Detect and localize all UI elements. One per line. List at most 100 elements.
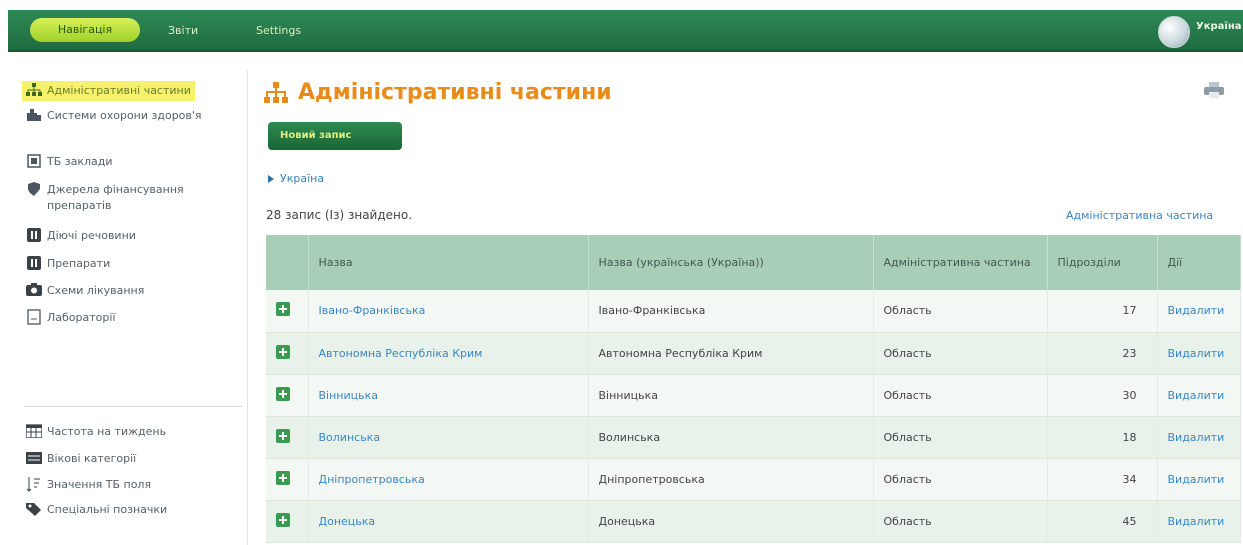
expander-cell xyxy=(266,374,309,417)
main-navbar: Навігація Звіти Settings Україна xyxy=(8,10,1243,52)
expand-plus-icon[interactable] xyxy=(276,428,290,443)
table-row: Дніпропетровська Дніпропетровська Област… xyxy=(266,458,1241,501)
record-link[interactable]: Волинська xyxy=(319,431,381,444)
actions-cell: Видалити xyxy=(1157,458,1241,501)
org-chart-icon xyxy=(26,83,42,97)
delete-link[interactable]: Видалити xyxy=(1168,515,1225,528)
expand-plus-icon[interactable] xyxy=(276,512,290,527)
sidebar-item-label: Джерела фінансування препаратів xyxy=(47,183,184,212)
subunits-count-cell: 17 xyxy=(1047,290,1158,333)
column-header-name[interactable]: Назва xyxy=(308,235,589,290)
column-header-subunits[interactable]: Підрозділи xyxy=(1047,235,1158,290)
subunits-count-cell: 23 xyxy=(1047,332,1158,375)
delete-link[interactable]: Видалити xyxy=(1168,304,1225,317)
sidebar-item-tb-facilities[interactable]: ТБ заклади xyxy=(26,154,113,170)
type-cell: Область xyxy=(873,374,1048,417)
tab-navigation[interactable]: Навігація xyxy=(30,18,140,42)
delete-link[interactable]: Видалити xyxy=(1168,473,1225,486)
subunits-count-cell: 30 xyxy=(1047,374,1158,417)
user-country-label[interactable]: Україна xyxy=(1196,21,1242,32)
table-header-row: Назва Назва (українська (Україна)) Адмін… xyxy=(266,235,1241,290)
regimen-icon xyxy=(26,283,42,297)
delete-link[interactable]: Видалити xyxy=(1168,431,1225,444)
sidebar-item-label: Адміністративні частини xyxy=(47,84,191,97)
expand-plus-icon[interactable] xyxy=(276,302,290,317)
name-cell: Дніпропетровська xyxy=(308,458,589,501)
tag-icon xyxy=(26,502,42,516)
name-cell: Волинська xyxy=(308,416,589,459)
calendar-icon xyxy=(26,424,42,438)
sidebar-item-regimens[interactable]: Схеми лікування xyxy=(26,283,144,299)
print-icon[interactable] xyxy=(1204,82,1224,98)
breadcrumb-link[interactable]: Україна xyxy=(280,172,324,185)
column-header-admin-unit[interactable]: Адміністративна частина xyxy=(873,235,1048,290)
breadcrumb[interactable]: Україна xyxy=(268,172,324,185)
expand-plus-icon[interactable] xyxy=(276,344,290,359)
main-content: Адміністративні частини Новий запис Укра… xyxy=(264,62,1243,545)
column-header-actions: Дії xyxy=(1157,235,1241,290)
expand-plus-icon[interactable] xyxy=(276,470,290,485)
record-link[interactable]: Івано-Франківська xyxy=(319,304,426,317)
sidebar-item-drugs[interactable]: Препарати xyxy=(26,256,110,272)
record-link[interactable]: Дніпропетровська xyxy=(319,473,425,486)
sidebar-item-weekly-frequency[interactable]: Частота на тиждень xyxy=(26,424,166,440)
name-uk-cell: Вінницька xyxy=(588,374,874,417)
health-system-icon xyxy=(26,108,42,122)
sidebar-divider xyxy=(24,406,242,407)
expand-plus-icon[interactable] xyxy=(276,386,290,401)
name-uk-cell: Волинська xyxy=(588,416,874,459)
sidebar-item-label: Значення ТБ поля xyxy=(47,478,152,491)
name-cell: Івано-Франківська xyxy=(308,290,589,333)
tab-settings[interactable]: Settings xyxy=(256,21,301,41)
name-uk-cell: Івано-Франківська xyxy=(588,290,874,333)
expander-cell xyxy=(266,332,309,375)
admin-unit-link[interactable]: Адміністративна частина xyxy=(1066,209,1213,222)
new-record-button[interactable]: Новий запис xyxy=(268,122,402,150)
sidebar-item-label: Діючі речовини xyxy=(47,229,136,242)
field-values-icon xyxy=(26,477,42,492)
type-cell: Область xyxy=(873,416,1048,459)
name-uk-cell: Автономна Республіка Крим xyxy=(588,332,874,375)
table-row: Донецька Донецька Область 45 Видалити xyxy=(266,500,1241,543)
admin-units-table: Назва Назва (українська (Україна)) Адмін… xyxy=(266,235,1241,543)
sidebar-item-funding-sources[interactable]: Джерела фінансування препаратів xyxy=(26,182,236,214)
sidebar-item-special-marks[interactable]: Спеціальні позначки xyxy=(26,502,167,518)
table-row: Івано-Франківська Івано-Франківська Обла… xyxy=(266,290,1241,333)
expander-cell xyxy=(266,290,309,333)
type-cell: Область xyxy=(873,332,1048,375)
subunits-count-cell: 18 xyxy=(1047,416,1158,459)
delete-link[interactable]: Видалити xyxy=(1168,347,1225,360)
record-link[interactable]: Вінницька xyxy=(319,389,379,402)
age-category-icon xyxy=(26,451,42,465)
actions-cell: Видалити xyxy=(1157,332,1241,375)
page-title: Адміністративні частини xyxy=(264,80,612,105)
sidebar-item-admin-units[interactable]: Адміністративні частини xyxy=(22,81,195,101)
tab-reports[interactable]: Звіти xyxy=(168,21,198,41)
actions-cell: Видалити xyxy=(1157,290,1241,333)
expander-column-header xyxy=(266,235,309,290)
sidebar-item-laboratories[interactable]: Лабораторії xyxy=(26,309,115,326)
expander-cell xyxy=(266,500,309,543)
type-cell: Область xyxy=(873,500,1048,543)
actions-cell: Видалити xyxy=(1157,374,1241,417)
building-icon xyxy=(26,154,42,168)
record-link[interactable]: Автономна Республіка Крим xyxy=(319,347,483,360)
subunits-count-cell: 45 xyxy=(1047,500,1158,543)
sidebar-item-substances[interactable]: Діючі речовини xyxy=(26,228,136,244)
name-uk-cell: Донецька xyxy=(588,500,874,543)
sidebar-item-tb-field-values[interactable]: Значення ТБ поля xyxy=(26,477,151,493)
sidebar-item-age-categories[interactable]: Вікові категорії xyxy=(26,451,136,467)
actions-cell: Видалити xyxy=(1157,416,1241,459)
sidebar-item-label: Спеціальні позначки xyxy=(47,503,168,516)
record-link[interactable]: Донецька xyxy=(319,515,376,528)
top-header: Навігація Звіти Settings Україна xyxy=(0,0,1243,62)
delete-link[interactable]: Видалити xyxy=(1168,389,1225,402)
name-uk-cell: Дніпропетровська xyxy=(588,458,874,501)
sidebar-item-health-systems[interactable]: Системи охорони здоров'я xyxy=(26,108,216,124)
globe-icon[interactable] xyxy=(1158,16,1190,48)
type-cell: Область xyxy=(873,458,1048,501)
funding-source-icon xyxy=(26,182,42,196)
column-header-name-uk[interactable]: Назва (українська (Україна)) xyxy=(588,235,874,290)
substance-icon xyxy=(26,228,42,242)
actions-cell: Видалити xyxy=(1157,500,1241,543)
